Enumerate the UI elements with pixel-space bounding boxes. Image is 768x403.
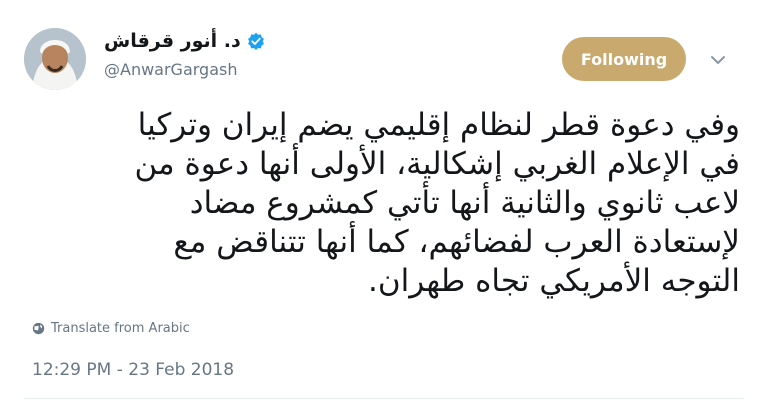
person-in-ghutra-avatar-icon xyxy=(24,28,86,90)
author-handle[interactable]: @AnwarGargash xyxy=(104,60,238,79)
divider xyxy=(24,398,744,399)
tweet-text-line: لاعب ثانوي والثانية أنها تأتي كمشروع مضا… xyxy=(189,185,740,221)
tweet-timestamp[interactable]: 12:29 PM - 23 Feb 2018 xyxy=(32,360,234,380)
tweet-text-line: لإستعادة العرب لفضائهم، كما أنها تتناقض … xyxy=(173,224,740,260)
translate-label[interactable]: Translate from Arabic xyxy=(51,321,190,336)
author-display-name-row[interactable]: د. أنور قرقاش xyxy=(104,30,265,52)
tweet-text-line: في الإعلام الغربي إشكالية، الأولى أنها د… xyxy=(134,146,740,182)
tweet-text-line: وفي دعوة قطر لنظام إقليمي يضم إيران وترك… xyxy=(137,107,740,143)
chevron-down-icon[interactable] xyxy=(708,50,728,70)
globe-icon xyxy=(32,322,45,335)
tweet-text-line: التوجه الأمريكي تجاه طهران. xyxy=(368,263,740,299)
verified-badge-icon xyxy=(247,32,264,50)
author-avatar[interactable] xyxy=(24,28,86,90)
tweet-text: وفي دعوة قطر لنظام إقليمي يضم إيران وترك… xyxy=(30,106,740,301)
author-display-name[interactable]: د. أنور قرقاش xyxy=(104,30,241,52)
translate-link[interactable]: Translate from Arabic xyxy=(32,321,190,336)
following-button[interactable]: Following xyxy=(562,37,686,81)
